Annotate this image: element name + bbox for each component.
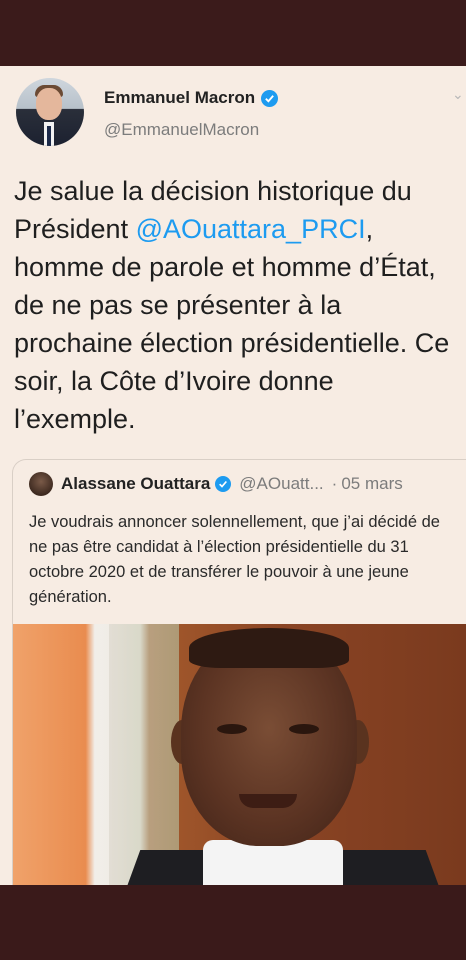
photo-flag [109,624,179,886]
photo-eye-right [289,724,319,734]
quoted-verified-badge-icon [215,476,232,492]
tweet-mention-link[interactable]: @AOuattara_PRCI [136,214,366,244]
quoted-author-avatar[interactable] [29,472,53,496]
verified-badge-icon [261,89,279,107]
quoted-tweet[interactable]: Alassane Ouattara @AOuatt... · 05 mars J… [12,459,466,886]
author-name-row: Emmanuel Macron [104,88,279,108]
photo-collar [203,840,343,886]
bottom-frame [0,885,466,960]
tweet-text-part2: , homme de parole et homme d’État, de ne… [14,214,450,434]
author-handle[interactable]: @EmmanuelMacron [104,120,259,140]
quoted-tweet-photo[interactable] [13,624,466,886]
photo-mouth [239,794,297,808]
avatar-face [36,88,62,120]
photo-hair [189,628,349,668]
quoted-separator: · [331,474,338,493]
quoted-author-handle[interactable]: @AOuatt... [239,474,323,494]
photo-eye-left [217,724,247,734]
tweet-card[interactable]: Emmanuel Macron @EmmanuelMacron ⌄ Je sal… [0,66,466,886]
quoted-tweet-header: Alassane Ouattara @AOuatt... · 05 mars [29,472,403,496]
quoted-date[interactable]: 05 mars [341,474,402,494]
quoted-author-name[interactable]: Alassane Ouattara [61,474,210,494]
tweet-text: Je salue la décision historique du Prési… [14,172,460,438]
author-name[interactable]: Emmanuel Macron [104,88,255,108]
author-avatar[interactable] [16,78,84,146]
avatar-tie [47,126,51,146]
chevron-down-icon[interactable]: ⌄ [452,86,464,103]
quoted-tweet-text: Je voudrais annoncer solennellement, que… [29,513,440,606]
top-frame [0,0,466,66]
